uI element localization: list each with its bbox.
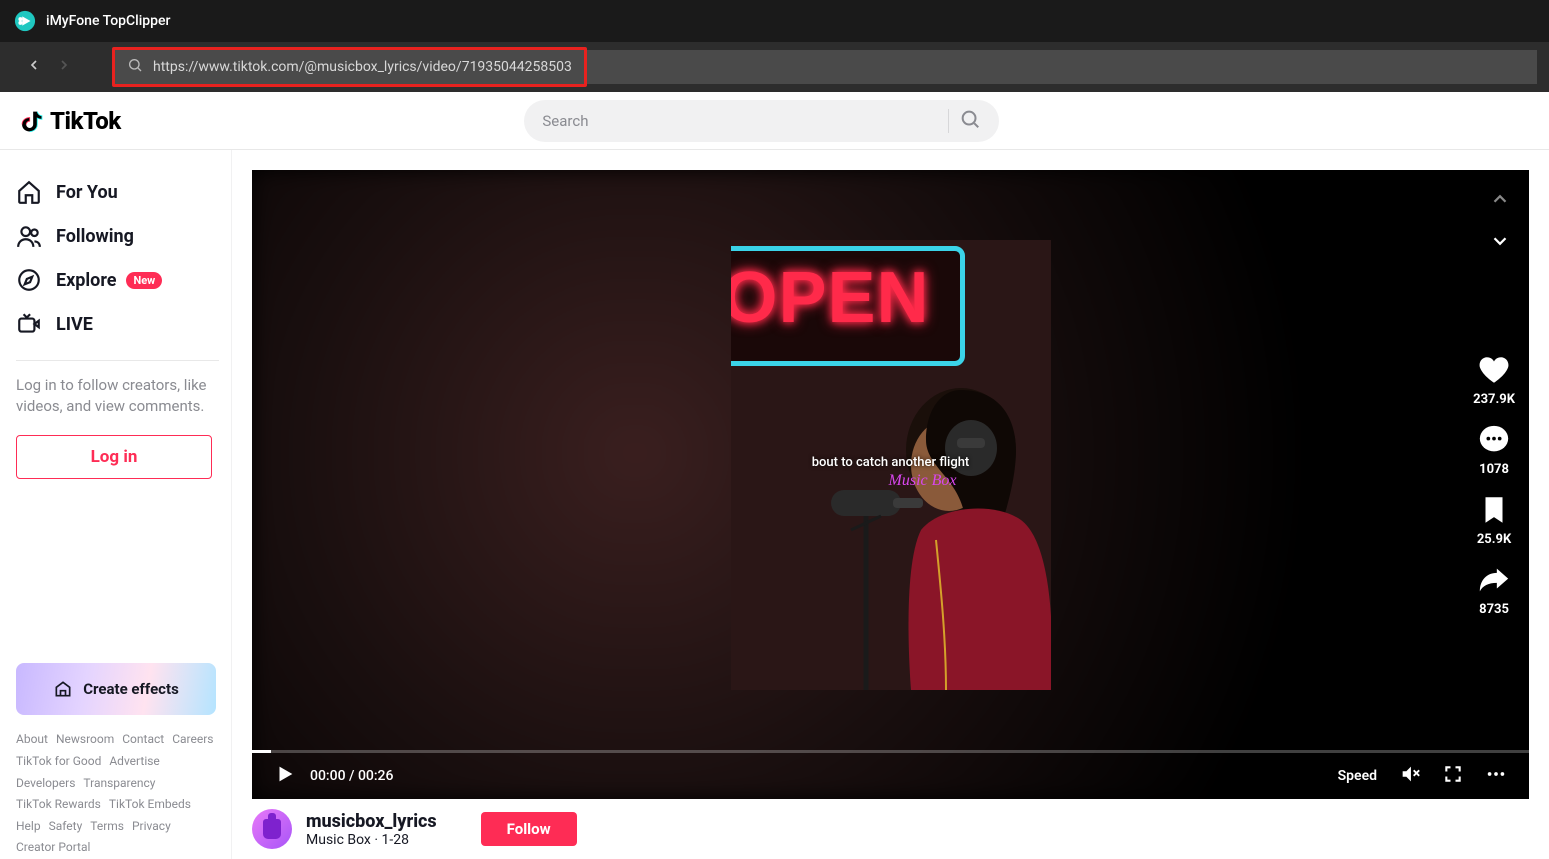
share-count: 8735 <box>1479 602 1509 617</box>
footer-row: TikTok for Good Advertise Developers Transp… <box>16 751 219 816</box>
author-username[interactable]: musicbox_lyrics <box>306 811 437 832</box>
footer-link[interactable]: Terms <box>90 819 124 833</box>
neon-text: OPEN <box>731 251 960 339</box>
player-controls: 00:00 / 00:26 Speed <box>252 753 1529 799</box>
bookmark-icon <box>1477 493 1511 527</box>
sidebar-item-label: LIVE <box>56 314 93 335</box>
divider <box>16 360 219 361</box>
play-button[interactable] <box>274 763 296 789</box>
comment-button[interactable]: 1078 <box>1477 423 1511 477</box>
save-button[interactable]: 25.9K <box>1477 493 1511 547</box>
footer-link[interactable]: Developers <box>16 776 75 790</box>
url-search-icon <box>127 57 143 77</box>
author-avatar[interactable] <box>252 809 292 849</box>
like-count: 237.9K <box>1473 392 1515 407</box>
footer-link[interactable]: Newsroom <box>56 732 114 746</box>
prev-video-button[interactable] <box>1485 184 1515 214</box>
footer-row: Help Safety Terms Privacy Creator Portal <box>16 816 219 859</box>
live-icon <box>16 311 42 337</box>
sidebar-item-explore[interactable]: Explore New <box>16 258 219 302</box>
footer-link[interactable]: Safety <box>49 819 83 833</box>
more-button[interactable] <box>1485 763 1507 789</box>
login-button[interactable]: Log in <box>16 435 212 479</box>
create-effects-label: Create effects <box>83 680 179 698</box>
footer-link[interactable]: Privacy <box>132 819 171 833</box>
footer-row: About Newsroom Contact Careers <box>16 729 219 751</box>
video-frame: OPEN bout to catch another flight Mu <box>731 240 1051 690</box>
speed-button[interactable]: Speed <box>1338 768 1377 784</box>
follow-button[interactable]: Follow <box>481 812 577 846</box>
sidebar-item-for-you[interactable]: For You <box>16 170 219 214</box>
url-bar-extension <box>587 50 1537 84</box>
app-logo-icon <box>14 10 36 32</box>
tiktok-logo[interactable]: TikTok <box>18 107 121 135</box>
sidebar-item-following[interactable]: Following <box>16 214 219 258</box>
compass-icon <box>16 267 42 293</box>
footer-link[interactable]: About <box>16 732 48 746</box>
footer-link[interactable]: Transparency <box>83 776 155 790</box>
singer-illustration <box>811 330 1051 690</box>
sidebar-item-live[interactable]: LIVE <box>16 302 219 346</box>
video-caption: bout to catch another flight <box>812 455 970 470</box>
footer-link[interactable]: Creator Portal <box>16 840 90 854</box>
like-button[interactable]: 237.9K <box>1473 353 1515 407</box>
search-separator <box>948 109 949 133</box>
sidebar-item-label: Following <box>56 226 134 247</box>
footer-links: About Newsroom Contact Careers TikTok for G… <box>16 729 219 859</box>
search-button[interactable] <box>959 108 991 134</box>
author-subtitle: Music Box · 1-28 <box>306 832 437 848</box>
home-icon <box>16 179 42 205</box>
footer-link[interactable]: TikTok Rewards <box>16 797 101 811</box>
tiktok-wordmark: TikTok <box>50 107 121 135</box>
app-titlebar: iMyFone TopClipper <box>0 0 1549 42</box>
url-input[interactable] <box>153 59 572 75</box>
footer-link[interactable]: Help <box>16 819 41 833</box>
share-button[interactable]: 8735 <box>1477 563 1511 617</box>
comment-icon <box>1477 423 1511 457</box>
login-blurb: Log in to follow creators, like videos, … <box>16 375 219 417</box>
effects-icon <box>53 679 73 699</box>
mute-button[interactable] <box>1399 763 1421 789</box>
action-rail: 237.9K 1078 25.9K 8735 <box>1473 353 1515 617</box>
app-title: iMyFone TopClipper <box>46 13 170 29</box>
new-badge: New <box>126 272 162 289</box>
footer-link[interactable]: TikTok Embeds <box>109 797 191 811</box>
create-effects-button[interactable]: Create effects <box>16 663 216 715</box>
footer-link[interactable]: Advertise <box>109 754 159 768</box>
video-watermark: Music Box <box>889 472 957 490</box>
url-input-highlight <box>112 47 587 87</box>
search-input[interactable] <box>542 112 938 130</box>
tiktok-topbar: TikTok <box>0 92 1549 150</box>
fullscreen-button[interactable] <box>1443 764 1463 788</box>
nav-forward-button[interactable] <box>56 57 72 77</box>
next-video-button[interactable] <box>1485 226 1515 256</box>
sidebar-item-label: For You <box>56 182 118 203</box>
url-bar-row <box>0 42 1549 92</box>
heart-icon <box>1477 353 1511 387</box>
share-icon <box>1477 563 1511 597</box>
sidebar: For You Following Explore New LIVE Log i… <box>0 150 232 859</box>
footer-link[interactable]: Contact <box>122 732 164 746</box>
tiktok-search-box <box>524 100 999 142</box>
footer-link[interactable]: Careers <box>172 732 213 746</box>
tiktok-logo-icon <box>18 107 46 135</box>
people-icon <box>16 223 42 249</box>
video-player[interactable]: OPEN bout to catch another flight Mu <box>252 170 1529 799</box>
time-display: 00:00 / 00:26 <box>310 768 393 784</box>
nav-back-button[interactable] <box>26 57 42 77</box>
footer-link[interactable]: TikTok for Good <box>16 754 101 768</box>
content-area: OPEN bout to catch another flight Mu <box>232 150 1549 859</box>
save-count: 25.9K <box>1477 532 1511 547</box>
author-row: musicbox_lyrics Music Box · 1-28 Follow <box>252 799 1529 859</box>
comment-count: 1078 <box>1479 462 1509 477</box>
sidebar-item-label: Explore <box>56 270 116 291</box>
